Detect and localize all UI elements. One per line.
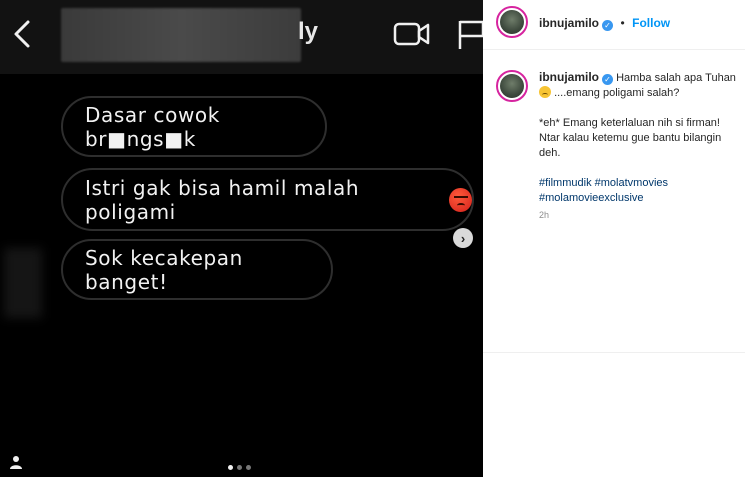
hashtag-link[interactable]: #filmmudik — [539, 177, 592, 189]
message-text: Sok kecakepan banget! — [85, 245, 243, 294]
avatar[interactable] — [496, 70, 528, 102]
separator: • — [620, 16, 625, 30]
post-media: ly Dasar cowok br■ngs■k Istri gak bisa h… — [0, 0, 483, 477]
verified-badge-icon: ✓ — [602, 74, 613, 85]
avatar[interactable] — [496, 6, 528, 38]
carousel-dot — [246, 465, 251, 470]
post-sidebar: ibnujamilo ✓ • Follow ibnujamilo ✓ Hamba s… — [483, 0, 745, 477]
video-camera-icon — [393, 22, 430, 46]
blurred-region — [4, 248, 42, 318]
sad-face-emoji — [539, 86, 551, 98]
verified-badge-icon: ✓ — [602, 20, 613, 31]
dm-header: ly — [0, 0, 483, 74]
caption-line-1: Hamba salah apa Tuhan — [616, 72, 736, 84]
angry-face-emoji — [449, 187, 472, 212]
next-arrow-icon: › — [460, 230, 466, 246]
message-text: Dasar cowok br■ngs■k — [85, 102, 220, 151]
post-header: ibnujamilo ✓ • Follow — [483, 0, 745, 50]
caption-username-link[interactable]: ibnujamilo — [539, 70, 599, 84]
user-tag-icon[interactable] — [10, 455, 22, 469]
username-link[interactable]: ibnujamilo — [539, 16, 599, 30]
message-bubble: Istri gak bisa hamil malah poligami — [61, 168, 474, 231]
carousel-indicator — [228, 465, 251, 470]
carousel-dot-active — [228, 465, 233, 470]
contact-name-suffix: ly — [298, 18, 319, 45]
redacted-contact-name — [61, 8, 301, 62]
post-caption: ibnujamilo ✓ Hamba salah apa Tuhan ....em… — [539, 70, 739, 206]
caption-line-1b: ....emang poligami salah? — [554, 87, 680, 99]
caption-paragraph-2: *eh* Emang keterlaluan nih si firman! Nt… — [539, 117, 722, 159]
header-user: ibnujamilo ✓ • Follow — [539, 14, 670, 32]
next-slide-button[interactable]: › — [453, 228, 473, 248]
hashtag-link[interactable]: #molamovieexclusive — [539, 192, 644, 204]
flag-icon — [458, 20, 483, 49]
message-bubble: Sok kecakepan banget! — [61, 239, 333, 300]
divider — [483, 352, 745, 353]
back-chevron-icon — [14, 20, 30, 48]
post-timestamp[interactable]: 2h — [539, 210, 549, 220]
hashtag-link[interactable]: #molatvmovies — [595, 177, 668, 189]
follow-button[interactable]: Follow — [632, 16, 670, 30]
message-text: Istri gak bisa hamil malah poligami — [85, 175, 360, 224]
carousel-dot — [237, 465, 242, 470]
message-bubble: Dasar cowok br■ngs■k — [61, 96, 327, 157]
hashtag-list: #filmmudik #molatvmovies #molamovieexclu… — [539, 176, 739, 206]
